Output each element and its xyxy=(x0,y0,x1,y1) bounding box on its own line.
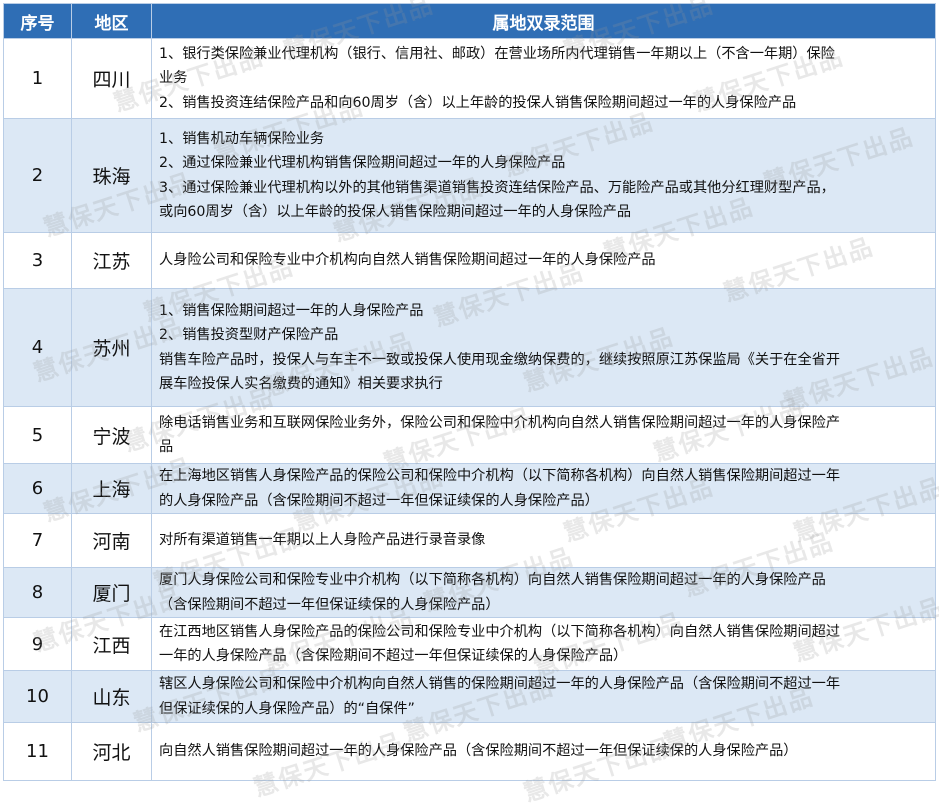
scope-line: 但保证续保的人身保险产品）的“自保件” xyxy=(159,700,415,717)
row-region: 宁波 xyxy=(71,406,152,464)
scope-line: 或向60周岁（含）以上年龄的投保人销售保险期间超过一年的人身保险产品 xyxy=(159,204,632,220)
row-number: 8 xyxy=(3,567,72,618)
row-scope: 厦门人身保险公司和保险专业中介机构（以下简称各机构）向自然人销售保险期间超过一年… xyxy=(151,567,936,618)
row-scope: 在上海地区销售人身保险产品的保险公司和保险中介机构（以下简称各机构）向自然人销售… xyxy=(151,463,936,514)
scope-line: （含保险期间不超过一年但保证续保的人身保险产品） xyxy=(159,596,500,613)
row-region: 厦门 xyxy=(71,567,152,618)
row-region: 河南 xyxy=(71,513,152,568)
scope-line: 展车险投保人实名缴费的通知》相关要求执行 xyxy=(159,376,443,392)
table-row: 3 江苏 人身险公司和保险专业中介机构向自然人销售保险期间超过一年的人身保险产品 xyxy=(3,232,936,289)
insurance-recording-scope-table: 序号 地区 属地双录范围 1 四川 1、银行类保险兼业代理机构（银行、信用社、邮政）… xyxy=(3,3,936,781)
table-row: 6 上海 在上海地区销售人身保险产品的保险公司和保险中介机构（以下简称各机构）向自然… xyxy=(3,463,936,514)
row-number: 1 xyxy=(3,38,72,119)
table-header-row: 序号 地区 属地双录范围 xyxy=(3,3,936,39)
row-number: 7 xyxy=(3,513,72,568)
row-region: 四川 xyxy=(71,38,152,119)
scope-line: 3、通过保险兼业代理机构以外的其他销售渠道销售投资连结保险产品、万能险产品或其他… xyxy=(159,179,835,196)
scope-line: 在上海地区销售人身保险产品的保险公司和保险中介机构（以下简称各机构）向自然人销售… xyxy=(159,468,841,484)
scope-line: 2、通过保险兼业代理机构销售保险期间超过一年的人身保险产品 xyxy=(159,155,566,171)
scope-line: 2、销售投资型财产保险产品 xyxy=(159,327,339,343)
row-number: 10 xyxy=(3,670,72,723)
row-scope: 1、销售保险期间超过一年的人身保险产品 2、销售投资型财产保险产品销售车险产品时，… xyxy=(151,288,936,407)
table-row: 11 河北 向自然人销售保险期间超过一年的人身保险产品（含保险期间不超过一年但保证续… xyxy=(3,722,936,781)
scope-line: 对所有渠道销售一年期以上人身险产品进行录音录像 xyxy=(159,532,486,549)
scope-line: 厦门人身保险公司和保险专业中介机构（以下简称各机构）向自然人销售保险期间超过一年… xyxy=(159,572,826,588)
row-number: 3 xyxy=(3,232,72,289)
row-region: 河北 xyxy=(71,722,152,781)
scope-line: 除电话销售业务和互联网保险业务外，保险公司和保险中介机构向自然人销售保险期间超过… xyxy=(159,414,841,431)
scope-line: 品 xyxy=(159,439,174,455)
row-region: 江苏 xyxy=(71,232,152,289)
row-number: 6 xyxy=(3,463,72,514)
table-row: 5 宁波 除电话销售业务和互联网保险业务外，保险公司和保险中介机构向自然人销售保险期… xyxy=(3,406,936,464)
row-scope: 除电话销售业务和互联网保险业务外，保险公司和保险中介机构向自然人销售保险期间超过… xyxy=(151,406,936,464)
scope-line: 销售车险产品时，投保人与车主不一致或投保人使用现金缴纳保费的，继续按照原江苏保监… xyxy=(159,351,841,368)
row-scope: 人身险公司和保险专业中介机构向自然人销售保险期间超过一年的人身保险产品 xyxy=(151,232,936,289)
row-region: 上海 xyxy=(71,463,152,514)
row-number: 4 xyxy=(3,288,72,407)
header-number: 序号 xyxy=(3,3,72,39)
row-scope: 在江西地区销售人身保险产品的保险公司和保险专业中介机构（以下简称各机构）向自然人… xyxy=(151,617,936,671)
scope-line: 1、销售机动车辆保险业务 xyxy=(159,130,325,147)
header-scope: 属地双录范围 xyxy=(151,3,936,39)
row-region: 江西 xyxy=(71,617,152,671)
row-scope: 辖区人身保险公司和保险中介机构向自然人销售的保险期间超过一年的人身保险产品（含保… xyxy=(151,670,936,723)
row-scope: 1、银行类保险兼业代理机构（银行、信用社、邮政）在营业场所内代理销售一年期以上（… xyxy=(151,38,936,119)
row-region: 珠海 xyxy=(71,118,152,233)
table-body: 1 四川 1、银行类保险兼业代理机构（银行、信用社、邮政）在营业场所内代理销售一年期… xyxy=(3,38,936,781)
row-number: 11 xyxy=(3,722,72,781)
table-row: 9 江西 在江西地区销售人身保险产品的保险公司和保险专业中介机构（以下简称各机构）向… xyxy=(3,617,936,671)
row-scope: 向自然人销售保险期间超过一年的人身保险产品（含保险期间不超过一年但保证续保的人身… xyxy=(151,722,936,781)
row-region: 山东 xyxy=(71,670,152,723)
header-region: 地区 xyxy=(71,3,152,39)
scope-line: 的人身保险产品（含保险期间不超过一年但保证续保的人身保险产品） xyxy=(159,492,599,509)
row-number: 2 xyxy=(3,118,72,233)
scope-line: 一年的人身保险产品（含保险期间不超过一年但保证续保的人身保险产品） xyxy=(159,648,628,664)
table-row: 10 山东 辖区人身保险公司和保险中介机构向自然人销售的保险期间超过一年的人身保险产… xyxy=(3,670,936,723)
table-row: 8 厦门 厦门人身保险公司和保险专业中介机构（以下简称各机构）向自然人销售保险期间超… xyxy=(3,567,936,618)
row-region: 苏州 xyxy=(71,288,152,407)
scope-line: 2、销售投资连结保险产品和向60周岁（含）以上年龄的投保人销售保险期间超过一年的… xyxy=(159,94,797,111)
scope-line: 辖区人身保险公司和保险中介机构向自然人销售的保险期间超过一年的人身保险产品（含保… xyxy=(159,676,841,692)
scope-line: 业务 xyxy=(159,70,188,87)
row-scope: 对所有渠道销售一年期以上人身险产品进行录音录像 xyxy=(151,513,936,568)
scope-line: 人身险公司和保险专业中介机构向自然人销售保险期间超过一年的人身保险产品 xyxy=(159,252,656,269)
row-scope: 1、销售机动车辆保险业务 2、通过保险兼业代理机构销售保险期间超过一年的人身保险产… xyxy=(151,118,936,233)
table-row: 2 珠海 1、销售机动车辆保险业务 2、通过保险兼业代理机构销售保险期间超过一年的人身… xyxy=(3,118,936,233)
row-number: 9 xyxy=(3,617,72,671)
table-row: 4 苏州 1、销售保险期间超过一年的人身保险产品 2、销售投资型财产保险产品销售车险产… xyxy=(3,288,936,407)
scope-line: 1、销售保险期间超过一年的人身保险产品 xyxy=(159,302,424,319)
scope-line: 在江西地区销售人身保险产品的保险公司和保险专业中介机构（以下简称各机构）向自然人… xyxy=(159,623,841,640)
table-row: 7 河南 对所有渠道销售一年期以上人身险产品进行录音录像 xyxy=(3,513,936,568)
table-row: 1 四川 1、银行类保险兼业代理机构（银行、信用社、邮政）在营业场所内代理销售一年期… xyxy=(3,38,936,119)
scope-line: 向自然人销售保险期间超过一年的人身保险产品（含保险期间不超过一年但保证续保的人身… xyxy=(159,743,798,760)
row-number: 5 xyxy=(3,406,72,464)
scope-line: 1、银行类保险兼业代理机构（银行、信用社、邮政）在营业场所内代理销售一年期以上（… xyxy=(159,45,835,62)
